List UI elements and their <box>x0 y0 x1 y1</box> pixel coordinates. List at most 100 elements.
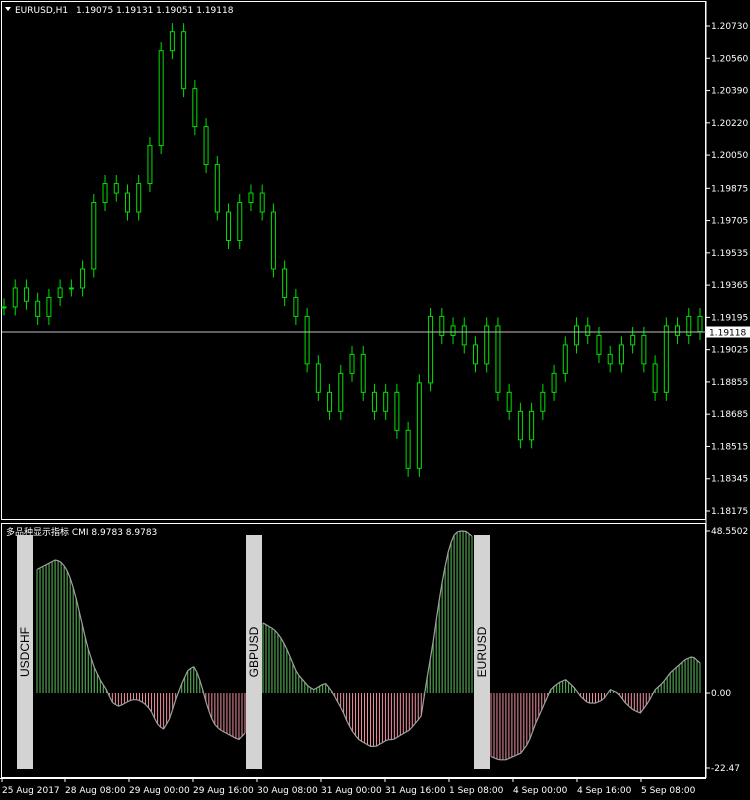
candle-body <box>181 31 187 90</box>
candle-body <box>226 211 232 242</box>
indicator-tick-label: 48.5502 <box>711 527 748 537</box>
candle-body <box>439 315 445 336</box>
main-window-frame <box>1 1 706 520</box>
candle-body <box>450 325 456 336</box>
time-tick-label: 29 Aug 00:00 <box>129 786 190 796</box>
candle-body <box>652 363 658 393</box>
indicator-tick-label: -22.47 <box>711 764 740 774</box>
main-price-scale: 1.20730 1.20560 1.20390 1.20220 1.20050 1.198… <box>706 22 748 517</box>
price-tick-label: 1.19705 <box>711 217 748 227</box>
candle-body <box>551 372 557 393</box>
candle-body <box>68 287 74 290</box>
candle-body <box>607 353 613 365</box>
symbol-tab-label: GBPUSD <box>247 626 261 677</box>
candle-body <box>472 344 478 365</box>
candle-body <box>35 300 41 317</box>
price-tick-label: 1.19025 <box>711 346 748 356</box>
candle-body <box>338 372 344 412</box>
candle-body <box>12 287 18 308</box>
cmi-line-usdchf <box>36 559 246 741</box>
time-tick-label: 31 Aug 00:00 <box>321 786 382 796</box>
time-axis: 25 Aug 2017 28 Aug 08:00 29 Aug 00:00 29 Au… <box>1 778 696 796</box>
candle-body <box>618 344 624 365</box>
time-tick-label: 31 Aug 16:00 <box>385 786 446 796</box>
candles-layer <box>1 23 703 477</box>
symbol-label: EURUSD,H1 <box>15 6 68 16</box>
price-tick-label: 1.20050 <box>711 151 748 161</box>
time-tick-label: 25 Aug 2017 <box>2 786 60 796</box>
candle-body <box>315 363 321 393</box>
price-tick-label: 1.20560 <box>711 54 748 64</box>
candle-body <box>203 126 209 166</box>
price-tick-label: 1.19875 <box>711 184 748 194</box>
price-tick-label: 1.18855 <box>711 378 748 388</box>
candle-body <box>697 315 703 333</box>
candle-body <box>562 344 568 374</box>
price-tick-label: 1.18515 <box>711 442 748 452</box>
candle-body <box>282 268 288 298</box>
indicator-scale: 48.5502 0.00 -22.47 <box>706 527 748 774</box>
time-tick-label: 4 Sep 16:00 <box>577 786 632 796</box>
time-tick-label: 30 Aug 08:00 <box>257 786 318 796</box>
candle-body <box>158 50 164 147</box>
candle-body <box>596 334 602 355</box>
time-tick-label: 29 Aug 16:00 <box>193 786 254 796</box>
candle-body <box>630 334 636 346</box>
indicator-tick-label: 0.00 <box>711 689 731 699</box>
indicator-histogram <box>36 530 701 761</box>
candle-body <box>394 391 400 431</box>
candle-body <box>23 287 29 302</box>
candle-body <box>80 268 86 289</box>
candle-body <box>259 192 265 213</box>
price-tick-label: 1.20730 <box>711 22 748 32</box>
candle-body <box>192 88 198 128</box>
candle-body <box>136 183 142 213</box>
candle-body <box>237 202 243 242</box>
candle-body <box>371 391 377 412</box>
candle-body <box>293 296 299 317</box>
time-tick-label: 1 Sep 08:00 <box>449 786 504 796</box>
symbol-tab-label: USDCHF <box>18 627 32 677</box>
candle-body <box>57 287 63 298</box>
candle-body <box>495 325 501 393</box>
candle-body <box>585 325 591 336</box>
candle-body <box>686 315 692 336</box>
chart-canvas[interactable]: EURUSD,H1 1.19075 1.19131 1.19051 1.1911… <box>0 0 750 800</box>
time-tick-label: 4 Sep 00:00 <box>513 786 568 796</box>
candle-body <box>113 183 119 194</box>
candle-body <box>517 410 523 441</box>
candle-body <box>663 325 669 393</box>
candle-body <box>506 391 512 412</box>
candle-body <box>102 183 108 204</box>
price-tick-label: 1.20220 <box>711 119 748 129</box>
candle-body <box>405 429 411 469</box>
candle-body <box>349 353 355 374</box>
candle-body <box>270 211 276 270</box>
price-tick-label: 1.18175 <box>711 507 748 517</box>
candle-body <box>169 31 175 52</box>
price-tick-label: 1.19195 <box>711 313 748 323</box>
price-tick-label: 1.19535 <box>711 249 748 259</box>
candle-body <box>641 334 647 365</box>
candle-body <box>304 315 310 365</box>
window-dropdown-icon[interactable] <box>5 7 11 11</box>
candle-body <box>360 353 366 393</box>
indicator-window-frame <box>1 523 706 778</box>
price-tick-label: 1.20390 <box>711 87 748 97</box>
candle-body <box>327 391 333 412</box>
candle-body <box>383 391 389 412</box>
candle-body <box>91 202 97 270</box>
price-tick-label: 1.19365 <box>711 281 748 291</box>
candle-body <box>428 315 434 384</box>
candle-body <box>46 296 52 317</box>
candle-body <box>574 325 580 346</box>
symbol-tab-label: EURUSD <box>475 626 489 677</box>
time-tick-label: 5 Sep 08:00 <box>641 786 696 796</box>
price-tick-label: 1.18345 <box>711 475 748 485</box>
candle-body <box>147 145 153 185</box>
candle-body <box>461 325 467 346</box>
candle-body <box>529 410 535 441</box>
candle-body <box>1 306 7 309</box>
candle-body <box>124 192 130 213</box>
candle-body <box>248 192 254 204</box>
